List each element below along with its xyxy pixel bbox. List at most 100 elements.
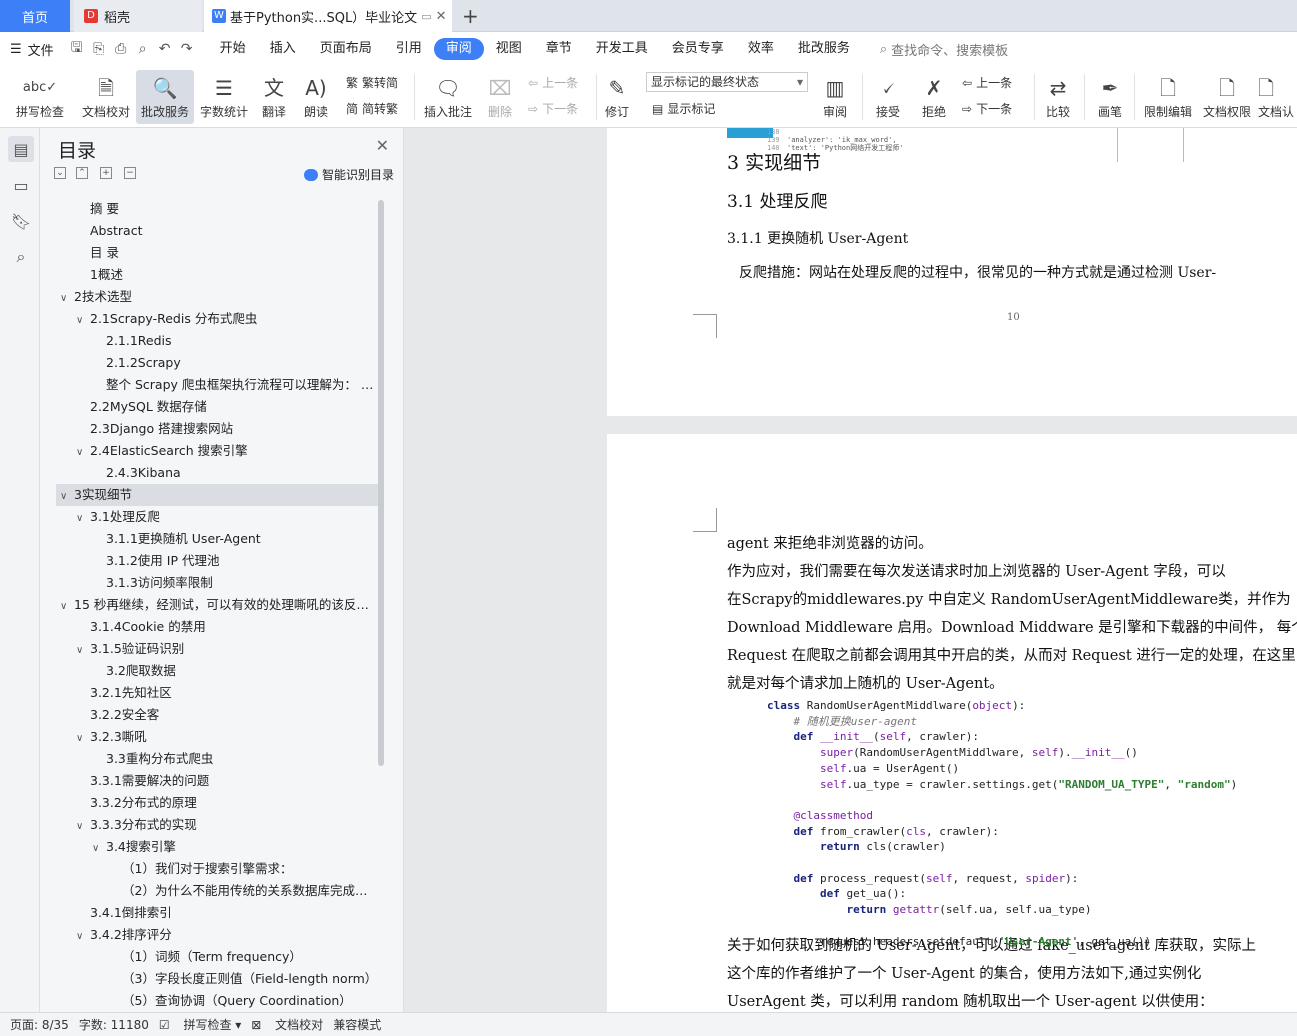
- toc-item[interactable]: 3.2.2安全客: [56, 704, 378, 726]
- menu-tab[interactable]: 批改服务: [786, 38, 862, 60]
- new-tab-icon[interactable]: +: [462, 4, 479, 28]
- chevron-down-icon[interactable]: ∨: [60, 596, 74, 616]
- doc-permission-button[interactable]: 🗋 文档权限: [1200, 70, 1254, 124]
- toc-item[interactable]: ∨ 2技术选型: [56, 286, 378, 308]
- toc-item[interactable]: 3.1.4Cookie 的禁用: [56, 616, 378, 638]
- command-search[interactable]: ⌕ 查找命令、搜索模板: [880, 40, 1008, 59]
- toc-item[interactable]: 2.3Django 搭建搜索网站: [56, 418, 378, 440]
- chapter-panel-icon[interactable]: ▭: [8, 172, 34, 198]
- tab-wps[interactable]: D 稻壳: [74, 0, 202, 32]
- pen-button[interactable]: ✒ 画笔: [1092, 70, 1128, 124]
- remove-icon[interactable]: −: [124, 167, 136, 179]
- search-icon[interactable]: ⌕: [8, 244, 34, 270]
- chevron-down-icon[interactable]: ∨: [76, 640, 90, 660]
- next-comment-button[interactable]: ⇨ 下一条: [528, 100, 578, 117]
- toc-item[interactable]: 2.1.1Redis: [56, 330, 378, 352]
- toc-item[interactable]: 3.3重构分布式爬虫: [56, 748, 378, 770]
- review-pane-button[interactable]: ▥ 审阅: [816, 70, 854, 124]
- toc-item[interactable]: （1）词频（Term frequency）: [56, 946, 378, 968]
- close-icon[interactable]: ✕: [376, 136, 389, 155]
- chevron-down-icon[interactable]: ∨: [76, 442, 90, 462]
- toc-panel-icon[interactable]: ▤: [8, 136, 34, 162]
- doc-cert-button[interactable]: 🗋 文档认: [1258, 70, 1297, 124]
- chevron-down-icon[interactable]: ∨: [92, 838, 106, 858]
- chevron-down-icon[interactable]: ∨: [76, 728, 90, 748]
- toc-item[interactable]: 3.2.1先知社区: [56, 682, 378, 704]
- toc-item[interactable]: ∨ 3.1.5验证码识别: [56, 638, 378, 660]
- menu-tab[interactable]: 插入: [258, 38, 308, 60]
- toc-item[interactable]: 摘 要: [56, 198, 378, 220]
- markup-state-select[interactable]: 显示标记的最终状态: [646, 72, 808, 92]
- compare-button[interactable]: ⇄ 比较: [1040, 70, 1076, 124]
- redo-icon[interactable]: ↷: [176, 41, 198, 57]
- simp-to-trad-button[interactable]: 简简转繁: [346, 100, 398, 117]
- tab-home[interactable]: 首页: [0, 0, 70, 32]
- toc-item[interactable]: ∨ 3.4.2排序评分: [56, 924, 378, 946]
- chevron-down-icon[interactable]: ∨: [60, 486, 74, 506]
- page-indicator[interactable]: 页面: 8/35: [10, 1016, 69, 1033]
- menu-tab[interactable]: 章节: [534, 38, 584, 60]
- menu-tab[interactable]: 开始: [208, 38, 258, 60]
- menu-tab[interactable]: 开发工具: [584, 38, 660, 60]
- prev-change-button[interactable]: ⇦ 上一条: [962, 74, 1012, 91]
- add-icon[interactable]: +: [100, 167, 112, 179]
- chevron-down-icon[interactable]: ∨: [76, 816, 90, 836]
- toc-item[interactable]: ∨ 3实现细节: [56, 484, 378, 506]
- review-service-button[interactable]: 🔍 批改服务: [136, 70, 194, 124]
- menu-tab[interactable]: 会员专享: [660, 38, 736, 60]
- menu-tab[interactable]: 审阅: [433, 38, 484, 60]
- export-icon[interactable]: ⎘: [88, 41, 110, 57]
- scrollbar[interactable]: [378, 200, 384, 766]
- doc-check-status[interactable]: ⊠ 文档校对: [251, 1016, 323, 1033]
- doc-check-button[interactable]: 🗎 文档校对: [78, 70, 134, 124]
- toc-item[interactable]: ∨ 2.4ElasticSearch 搜索引擎: [56, 440, 378, 462]
- menu-tab[interactable]: 引用: [384, 38, 434, 60]
- collapse-all-icon[interactable]: ⌄: [54, 167, 66, 179]
- toc-item[interactable]: ∨ 3.2.3嘶吼: [56, 726, 378, 748]
- read-aloud-button[interactable]: A) 朗读: [298, 70, 334, 124]
- trad-to-simp-button[interactable]: 繁繁转简: [346, 74, 398, 91]
- smart-toc-button[interactable]: 智能识别目录: [304, 166, 394, 183]
- track-changes-button[interactable]: ✎ 修订: [600, 70, 634, 124]
- spell-check-button[interactable]: abc✓ 拼写检查: [8, 70, 72, 124]
- word-count-button[interactable]: ☰ 字数统计: [198, 70, 250, 124]
- next-change-button[interactable]: ⇨ 下一条: [962, 100, 1012, 117]
- toc-item[interactable]: ∨ 15 秒再继续，经测试，可以有效的处理嘶吼的该反爬...: [56, 594, 378, 616]
- chevron-down-icon[interactable]: ∨: [60, 288, 74, 308]
- toc-item[interactable]: 3.1.1更换随机 User-Agent: [56, 528, 378, 550]
- chevron-down-icon[interactable]: ∨: [76, 310, 90, 330]
- translate-button[interactable]: 文翻译: [256, 70, 292, 124]
- toc-item[interactable]: 2.4.3Kibana: [56, 462, 378, 484]
- toc-item[interactable]: 目 录: [56, 242, 378, 264]
- preview-icon[interactable]: ⌕: [132, 41, 154, 57]
- file-menu[interactable]: ☰ 文件: [10, 40, 54, 59]
- menu-tab[interactable]: 视图: [484, 38, 534, 60]
- accept-button[interactable]: 🗸 接受: [868, 70, 908, 124]
- toc-item[interactable]: （1）我们对于搜索引擎需求：: [56, 858, 378, 880]
- expand-up-icon[interactable]: ⌃: [76, 167, 88, 179]
- insert-comment-button[interactable]: 🗨 插入批注: [420, 70, 476, 124]
- toc-item[interactable]: （2）为什么不能用传统的关系数据库完成搜...: [56, 880, 378, 902]
- toc-item[interactable]: 1概述: [56, 264, 378, 286]
- tab-document[interactable]: W 基于Python实...SQL）毕业论文 ▭ ✕: [204, 0, 452, 32]
- toc-item[interactable]: ∨ 3.1处理反爬: [56, 506, 378, 528]
- toc-item[interactable]: ∨ 3.4搜索引擎: [56, 836, 378, 858]
- toc-item[interactable]: 3.4.1倒排索引: [56, 902, 378, 924]
- toc-item[interactable]: 3.3.2分布式的原理: [56, 792, 378, 814]
- chevron-down-icon[interactable]: ∨: [76, 508, 90, 528]
- toc-item[interactable]: （5）查询协调（Query Coordination）: [56, 990, 378, 1010]
- toc-item[interactable]: ∨ 2.1Scrapy-Redis 分布式爬虫: [56, 308, 378, 330]
- monitor-icon[interactable]: ▭: [421, 10, 431, 23]
- toc-item[interactable]: 3.1.2使用 IP 代理池: [56, 550, 378, 572]
- toc-item[interactable]: ∨ 3.3.3分布式的实现: [56, 814, 378, 836]
- toc-item[interactable]: 3.2爬取数据: [56, 660, 378, 682]
- toc-item[interactable]: 2.2MySQL 数据存储: [56, 396, 378, 418]
- word-count-status[interactable]: 字数: 11180: [79, 1016, 149, 1033]
- print-icon[interactable]: ⎙: [110, 41, 132, 57]
- delete-comment-button[interactable]: ⌧ 删除: [480, 70, 520, 124]
- spell-check-status[interactable]: ☑ 拼写检查 ▾: [159, 1016, 241, 1033]
- toc-item[interactable]: Abstract: [56, 220, 378, 242]
- bookmark-icon[interactable]: 🔖︎: [8, 208, 34, 234]
- prev-comment-button[interactable]: ⇦ 上一条: [528, 74, 578, 91]
- chevron-down-icon[interactable]: ∨: [76, 926, 90, 946]
